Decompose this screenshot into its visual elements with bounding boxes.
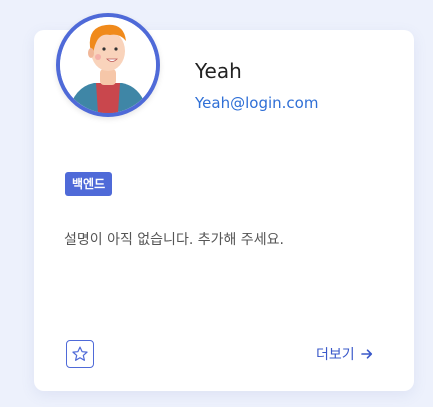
user-email[interactable]: Yeah@login.com	[195, 94, 318, 112]
avatar	[56, 13, 160, 117]
star-icon	[72, 346, 88, 361]
more-link-label: 더보기	[316, 347, 355, 363]
arrow-right-icon	[360, 349, 372, 359]
more-link[interactable]: 더보기	[316, 344, 374, 364]
favorite-button[interactable]	[66, 340, 94, 368]
person-avatar-icon	[60, 17, 156, 113]
user-name: Yeah	[195, 59, 242, 83]
description-text: 설명이 아직 없습니다. 추가해 주세요.	[64, 232, 284, 248]
category-tag: 백엔드	[65, 172, 113, 196]
